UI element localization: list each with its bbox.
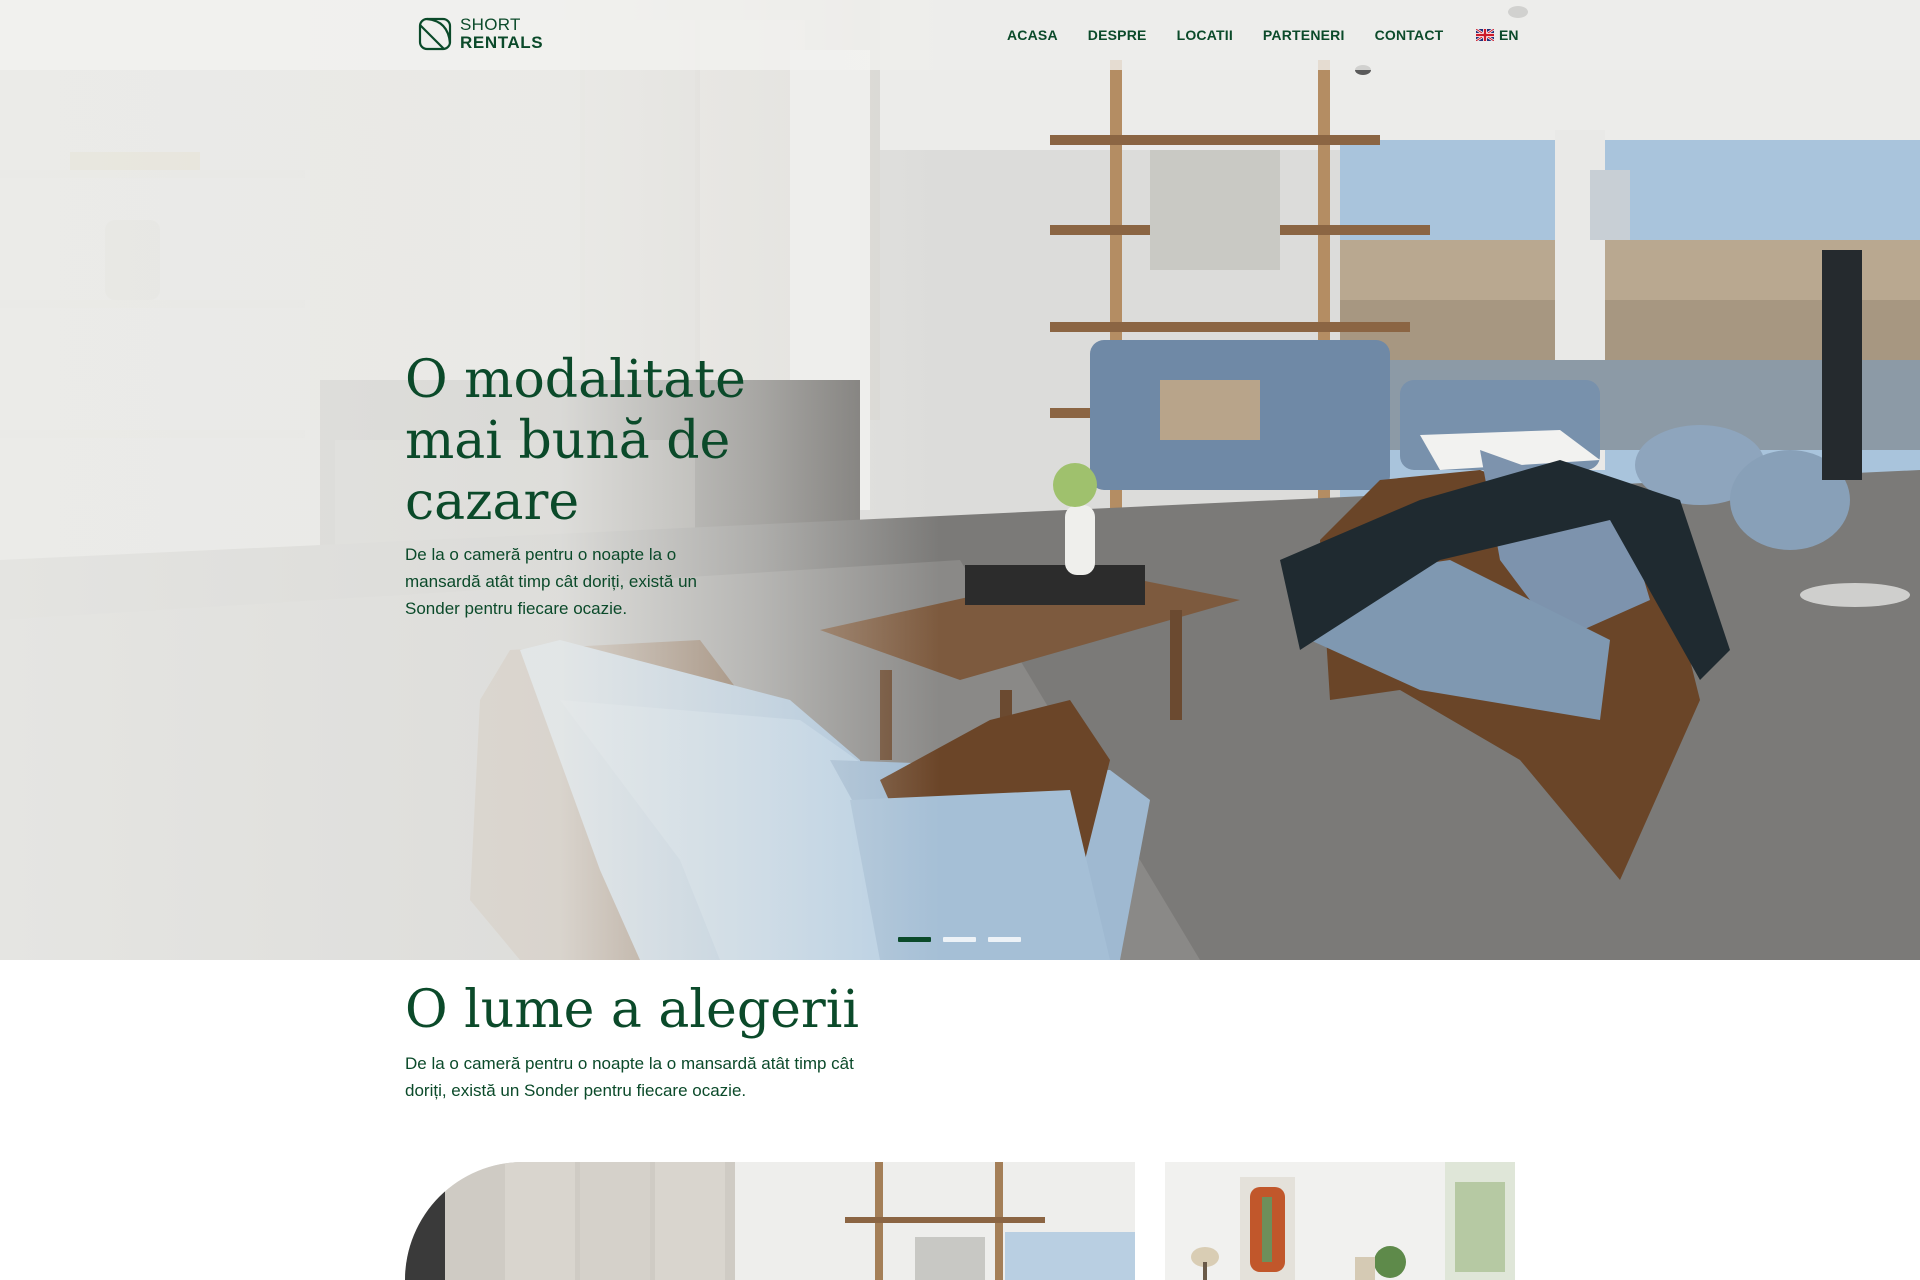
nav-item-locatii[interactable]: LOCATII xyxy=(1177,27,1233,43)
section-subtitle: De la o cameră pentru o noapte la o mans… xyxy=(405,1054,854,1100)
nav-item-contact[interactable]: CONTACT xyxy=(1375,27,1444,43)
featured-listing-image xyxy=(405,1162,1135,1280)
hero-slider xyxy=(0,0,1920,960)
language-switcher[interactable]: EN xyxy=(1476,27,1518,43)
logo-line-2: RENTALS xyxy=(460,33,544,52)
logo[interactable]: SHORT RENTALS xyxy=(418,16,543,51)
listing-image xyxy=(1165,1162,1515,1280)
site-header: SHORT RENTALS ACASA DESPRE LOCATII PARTE… xyxy=(0,0,1920,70)
logo-line-1: SHORT xyxy=(460,15,521,34)
listing-card[interactable] xyxy=(1165,1162,1515,1280)
slider-dots xyxy=(898,937,1021,942)
main-nav: ACASA DESPRE LOCATII PARTENERI CONTACT xyxy=(1007,27,1443,43)
hero-title: O modalitate mai bună de cazare xyxy=(405,350,746,532)
leaf-logo-icon xyxy=(418,17,452,50)
slider-dot-2[interactable] xyxy=(943,937,976,942)
section-title: O lume a alegerii xyxy=(405,980,860,1040)
nav-item-despre[interactable]: DESPRE xyxy=(1088,27,1147,43)
uk-flag-icon xyxy=(1476,29,1494,41)
language-label: EN xyxy=(1499,27,1519,43)
featured-listing-card[interactable] xyxy=(405,1162,1135,1280)
nav-item-parteneri[interactable]: PARTENERI xyxy=(1263,27,1345,43)
slider-dot-3[interactable] xyxy=(988,937,1021,942)
hero-overlay xyxy=(0,0,1920,960)
nav-item-acasa[interactable]: ACASA xyxy=(1007,27,1058,43)
slider-dot-1[interactable] xyxy=(898,937,931,942)
hero-subtitle: De la o cameră pentru o noapte la o mans… xyxy=(405,545,697,618)
